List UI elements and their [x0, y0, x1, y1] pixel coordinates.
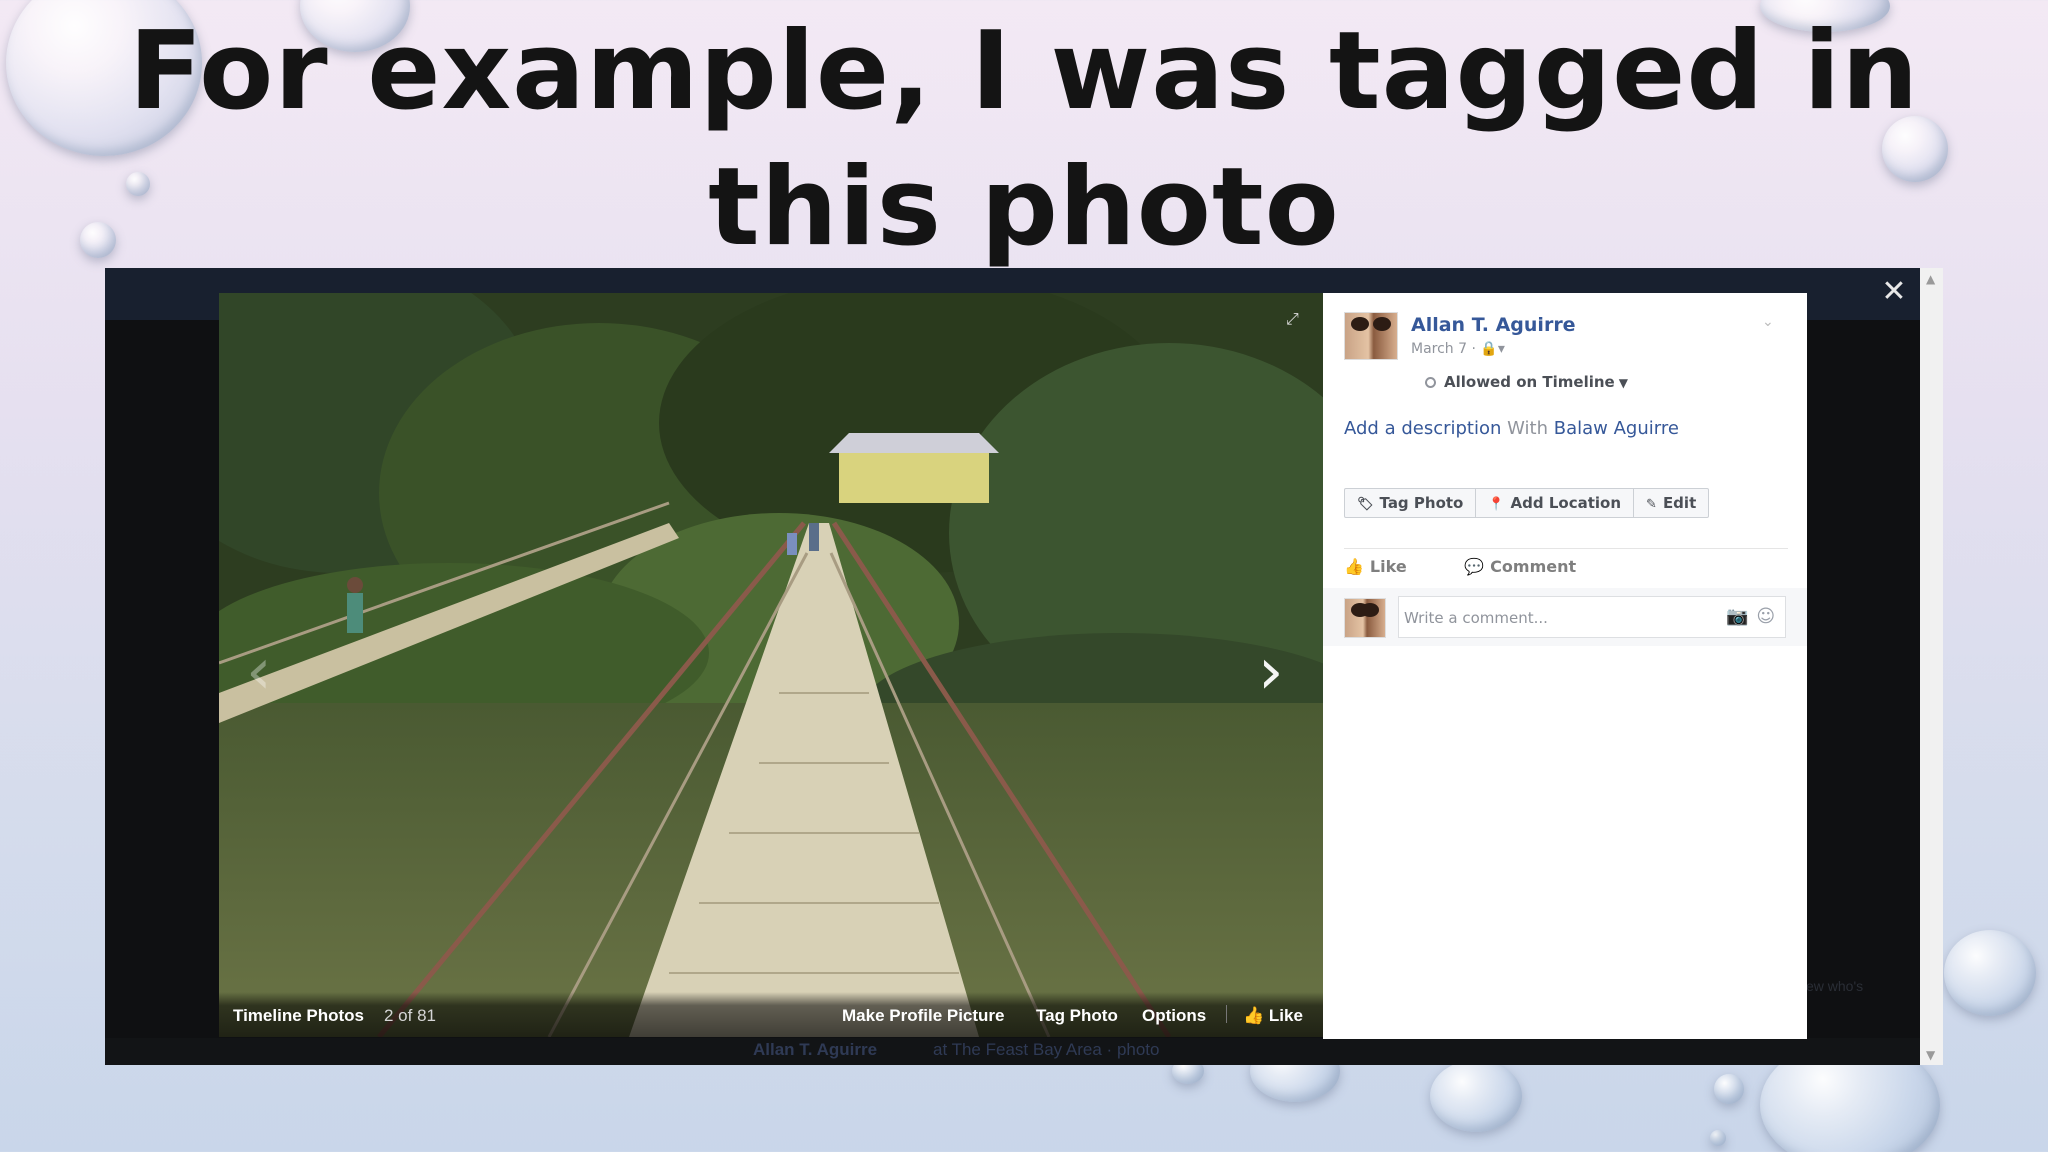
droplet-decoration [1714, 1074, 1744, 1104]
timeline-visibility[interactable]: Allowed on Timeline ▼ [1425, 373, 1628, 391]
post-date[interactable]: March 7 [1411, 341, 1467, 357]
photo-position: 2 of 81 [384, 1006, 436, 1025]
photo-details-panel [1323, 293, 1807, 1039]
smiley-icon[interactable]: ☺ [1756, 606, 1775, 627]
chevron-left-icon[interactable]: ‹ [246, 640, 272, 704]
bridge-photo-illustration [219, 293, 1323, 1037]
pencil-icon: ✎ [1646, 497, 1657, 512]
tag-photo-label: Tag Photo [1379, 494, 1464, 512]
background-post-author: Allan T. Aguirre [753, 1040, 878, 1059]
with-label: With [1507, 418, 1549, 439]
scroll-down-icon[interactable]: ▼ [1926, 1048, 1935, 1062]
avatar[interactable] [1344, 598, 1386, 638]
caret-down-icon: ▼ [1618, 376, 1628, 390]
background-feed-strip: Allan T. Aguirre at The Feast Bay Area ·… [105, 1038, 1920, 1065]
lock-icon[interactable]: 🔒▾ [1480, 341, 1504, 357]
background-post-text: at The Feast Bay Area · photo [933, 1040, 1160, 1059]
scroll-up-icon[interactable]: ▲ [1926, 272, 1935, 286]
like-action[interactable]: 👍 Like [1344, 557, 1433, 576]
comment-input-icons: 📷 ☺ [1718, 606, 1775, 627]
divider [1344, 548, 1788, 549]
add-location-button[interactable]: 📍 Add Location [1476, 489, 1635, 517]
status-ring-icon [1425, 377, 1436, 388]
photo-tools: 🏷 Tag Photo 📍 Add Location ✎ Edit [1344, 488, 1710, 518]
timeline-visibility-label: Allowed on Timeline [1444, 373, 1615, 391]
like-button[interactable]: 👍 Like [1243, 1006, 1303, 1026]
close-icon[interactable]: ✕ [1878, 276, 1910, 308]
expand-icon[interactable]: ⤢ [1286, 309, 1299, 329]
tag-icon: 🏷 [1357, 497, 1374, 512]
thumbs-up-icon: 👍 [1243, 1006, 1265, 1025]
like-label: Like [1268, 1006, 1303, 1025]
tag-photo-button[interactable]: 🏷 Tag Photo [1345, 489, 1477, 517]
tagged-person-link[interactable]: Balaw Aguirre [1554, 418, 1679, 439]
scrollbar[interactable] [1920, 268, 1943, 1065]
add-location-label: Add Location [1510, 494, 1622, 512]
chevron-down-icon[interactable]: ⌄ [1762, 314, 1774, 330]
options-link[interactable]: Options [1142, 1006, 1206, 1026]
location-pin-icon: 📍 [1488, 497, 1505, 512]
post-author-name[interactable]: Allan T. Aguirre [1411, 314, 1576, 336]
droplet-decoration [1430, 1060, 1522, 1132]
camera-icon[interactable]: 📷 [1726, 606, 1748, 627]
droplet-decoration [1710, 1130, 1726, 1146]
tag-photo-link[interactable]: Tag Photo [1036, 1006, 1118, 1026]
post-meta: March 7 · 🔒▾ [1411, 341, 1505, 357]
chevron-right-icon[interactable]: › [1258, 640, 1284, 704]
avatar[interactable] [1344, 312, 1398, 360]
description-line: Add a description With Balaw Aguirre [1344, 418, 1679, 439]
photo-action-bar: Timeline Photos 2 of 81 Make Profile Pic… [219, 992, 1323, 1037]
tagged-photo[interactable] [219, 293, 1323, 1037]
divider [1226, 1005, 1227, 1023]
comment-action-label: Comment [1490, 557, 1577, 576]
background-ghost-text: ew who's [1806, 978, 1864, 994]
comment-icon: 💬 [1464, 557, 1485, 576]
post-actions: 👍 Like 💬 Comment [1344, 557, 1628, 576]
comment-action[interactable]: 💬 Comment [1464, 557, 1602, 576]
album-name[interactable]: Timeline Photos [233, 1006, 364, 1026]
slide-title: For example, I was tagged in this photo [128, 9, 1920, 270]
droplet-decoration [1944, 930, 2036, 1016]
add-description-link[interactable]: Add a description [1344, 418, 1501, 439]
make-profile-picture-link[interactable]: Make Profile Picture [842, 1006, 1005, 1026]
edit-label: Edit [1662, 494, 1697, 512]
thumbs-up-icon: 👍 [1344, 557, 1364, 576]
like-action-label: Like [1369, 557, 1407, 576]
edit-button[interactable]: ✎ Edit [1634, 489, 1708, 517]
